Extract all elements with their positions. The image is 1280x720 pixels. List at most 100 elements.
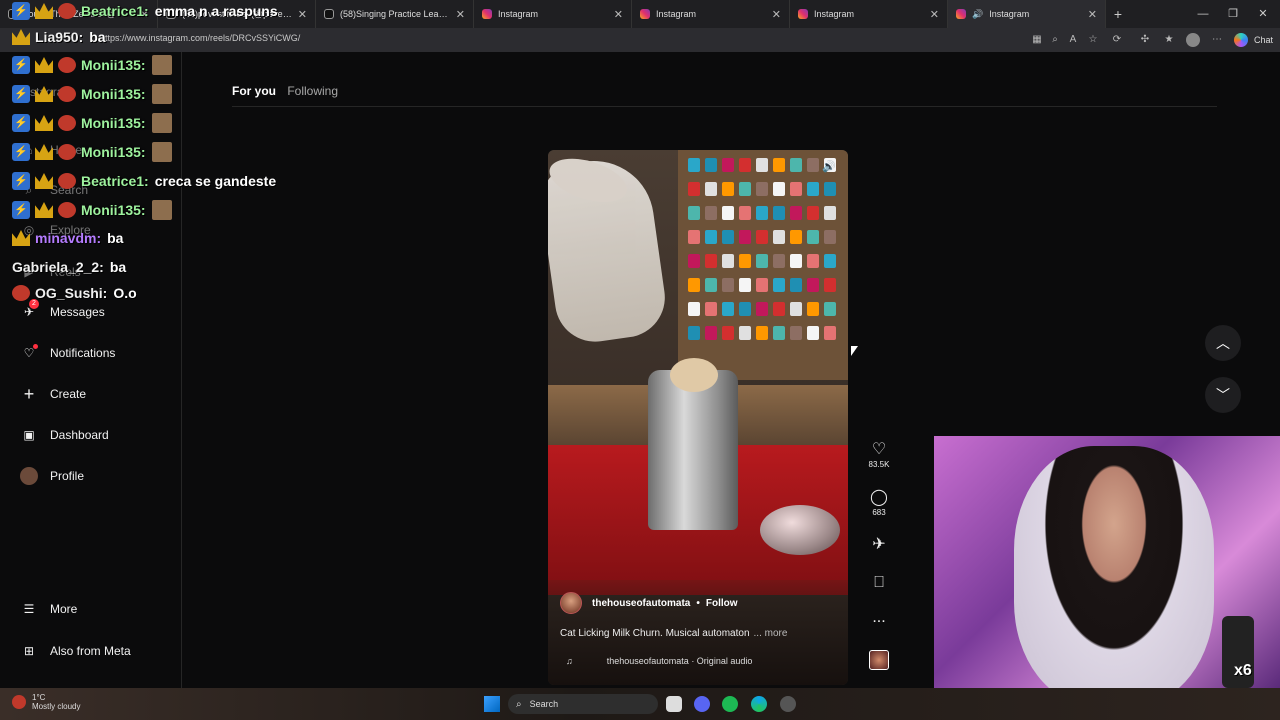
taskbar-search[interactable]: ⌕ Search — [508, 694, 658, 714]
crown-badge-icon — [35, 86, 53, 102]
tab-for-you[interactable]: For you — [232, 84, 276, 98]
sidebar-item-also-from-meta[interactable]: ⊞ Also from Meta — [20, 639, 131, 663]
thread-spool — [739, 326, 751, 340]
spotify-icon[interactable] — [722, 696, 738, 712]
crown-badge-icon — [35, 144, 53, 160]
close-icon[interactable]: ✕ — [298, 8, 307, 21]
chevron-up-icon: ︿ — [1216, 335, 1230, 351]
refresh-icon[interactable]: ⟳ — [1110, 33, 1124, 47]
like-action[interactable]: ♡ 83.5K — [864, 440, 894, 469]
windows-start-icon[interactable] — [484, 696, 500, 712]
follow-button[interactable]: Follow — [706, 598, 738, 609]
chat-message: ⚡ Beatrice1: emma n a raspuns — [12, 0, 278, 22]
author-username[interactable]: thehouseofautomata — [592, 598, 690, 609]
sidebar-item-more[interactable]: ☰ More — [20, 597, 78, 621]
profile-avatar-icon[interactable] — [1186, 33, 1200, 47]
new-tab-button[interactable]: + — [1106, 6, 1130, 22]
audio-thumbnail[interactable] — [869, 650, 889, 670]
close-icon[interactable]: ✕ — [1088, 8, 1097, 21]
thread-spool — [756, 254, 768, 268]
edge-icon[interactable] — [751, 696, 767, 712]
comment-action[interactable]: ◯ 683 — [864, 488, 894, 517]
share-icon[interactable]: ✈ — [864, 535, 894, 555]
thread-spool — [688, 158, 700, 172]
thread-spool — [688, 302, 700, 316]
heart-icon[interactable]: ♡ — [864, 440, 894, 460]
dashboard-icon: ▣ — [23, 428, 35, 442]
volume-icon[interactable]: 🔊 — [822, 160, 836, 173]
read-aloud-icon[interactable]: A — [1066, 33, 1080, 47]
window-close-button[interactable]: ✕ — [1248, 0, 1278, 28]
thread-spool — [824, 326, 836, 340]
browser-tab[interactable]: Instagram ✕ — [632, 0, 790, 28]
favorite-star-icon[interactable]: ☆ — [1086, 33, 1100, 47]
url-field[interactable]: https://www.instagram.com/reels/DRCvSSYi… — [100, 33, 300, 43]
copilot-chat-button[interactable]: Chat — [1234, 31, 1273, 49]
emote-icon — [151, 142, 172, 162]
thread-spool — [756, 230, 768, 244]
thread-spool — [688, 230, 700, 244]
restore-button[interactable]: ❐ — [1218, 0, 1248, 28]
thread-spool — [773, 182, 785, 196]
bookmark-icon[interactable]: ⎕ — [864, 573, 894, 593]
close-icon[interactable]: ✕ — [772, 8, 781, 21]
chat-username: OG_Sushi: — [35, 285, 108, 301]
temperature: 1°C — [32, 693, 46, 702]
close-icon[interactable]: ✕ — [930, 8, 939, 21]
close-icon[interactable]: ✕ — [614, 8, 623, 21]
tiktok-icon — [324, 9, 334, 19]
thread-spool — [722, 254, 734, 268]
browser-tab[interactable]: (58)Singing Practice Leads to Une✕ — [316, 0, 474, 28]
sidebar-item-dashboard[interactable]: ▣ Dashboard — [20, 423, 108, 447]
chat-username: Monii135: — [81, 86, 146, 102]
previous-reel-button[interactable]: ︿ — [1205, 325, 1241, 361]
caption-more-link[interactable]: ... more — [754, 628, 788, 639]
save-action[interactable]: ⎕ — [864, 573, 894, 593]
chat-username: Monii135: — [81, 144, 146, 160]
app-icon[interactable]: ▦ — [1030, 33, 1044, 47]
favorites-icon[interactable]: ★ — [1162, 33, 1176, 47]
discord-icon[interactable] — [694, 696, 710, 712]
chat-text: emma n a raspuns — [154, 3, 278, 19]
speaker-icon[interactable]: 🔊 — [972, 9, 983, 20]
thread-spool — [790, 278, 802, 292]
chat-message: ⚡ Beatrice1: creca se gandeste — [12, 170, 276, 192]
thread-spool — [722, 182, 734, 196]
obs-icon[interactable] — [780, 696, 796, 712]
more-options-icon[interactable]: ⋯ — [1210, 33, 1224, 47]
sidebar-item-create[interactable]: + Create — [20, 382, 86, 406]
share-action[interactable]: ✈ — [864, 535, 894, 555]
reel-video[interactable]: 🔊 thehouseofautomata • Follow Cat Lickin… — [548, 150, 848, 685]
meta-grid-icon: ⊞ — [23, 644, 35, 658]
task-view-icon[interactable] — [666, 696, 682, 712]
feed-tabs: For you Following — [232, 84, 346, 98]
weather-widget[interactable]: 1°C Mostly cloudy — [12, 693, 80, 711]
minimize-button[interactable]: — — [1188, 0, 1218, 28]
author-avatar[interactable] — [560, 592, 582, 614]
browser-tab[interactable]: Instagram ✕ — [790, 0, 948, 28]
tab-following[interactable]: Following — [287, 84, 338, 98]
chat-message: ⚡ Monii135: — [12, 141, 172, 163]
messages-icon: ✈ 2 — [20, 299, 39, 321]
browser-tab-active[interactable]: 🔊 Instagram ✕ — [948, 0, 1106, 28]
search-icon: ⌕ — [516, 698, 522, 710]
reel-audio[interactable]: ♫ thehouseofautomata · Original audio — [566, 656, 752, 666]
mouse-cursor — [851, 346, 858, 356]
thread-spool — [756, 182, 768, 196]
zoom-icon[interactable]: ⌕ — [1048, 33, 1062, 47]
thread-spool — [705, 302, 717, 316]
sidebar-item-profile[interactable]: Profile — [20, 464, 84, 488]
more-dots-icon[interactable]: ... — [864, 608, 894, 628]
browser-tab[interactable]: Instagram ✕ — [474, 0, 632, 28]
more-action[interactable]: ... — [864, 608, 894, 628]
sidebar-item-notifications[interactable]: ♡ Notifications — [20, 341, 115, 365]
chat-username: Lia950: — [35, 29, 84, 45]
thread-spool — [824, 206, 836, 220]
chat-message: ⚡ Monii135: — [12, 83, 172, 105]
extensions-icon[interactable]: ✣ — [1138, 33, 1152, 47]
next-reel-button[interactable]: ﹀ — [1205, 377, 1241, 413]
close-icon[interactable]: ✕ — [456, 8, 465, 21]
comment-icon[interactable]: ◯ — [864, 488, 894, 508]
notification-dot — [33, 344, 38, 349]
emote-badge-icon — [12, 285, 30, 301]
